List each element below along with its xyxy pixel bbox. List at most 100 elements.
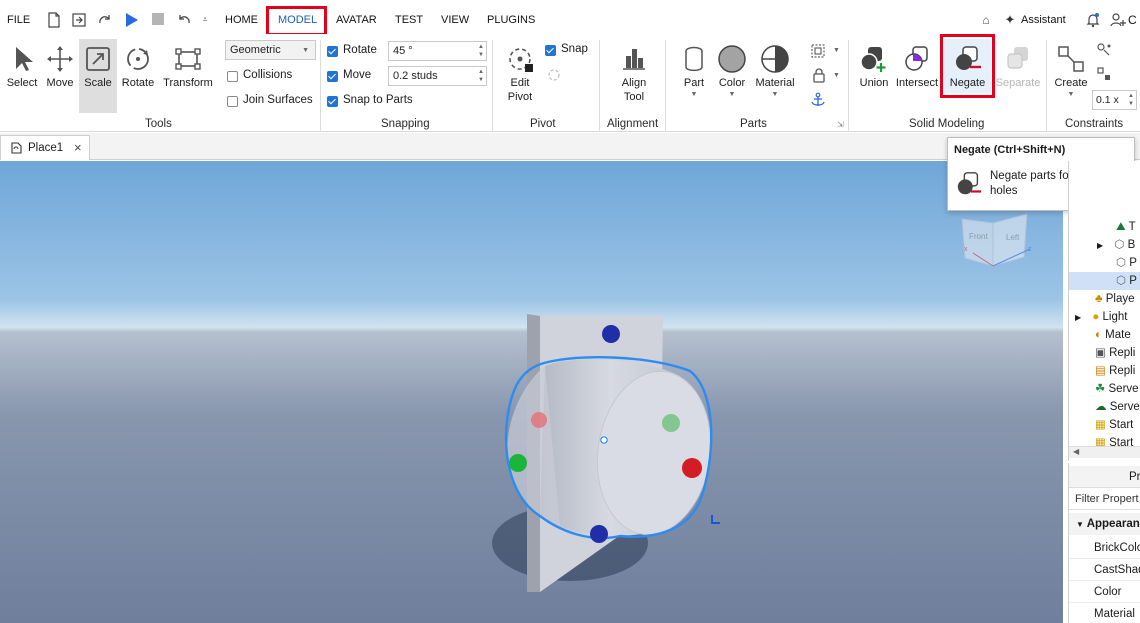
filter-properties-input[interactable]: Filter Propert [1069,488,1140,510]
tab-avatar[interactable]: AVATAR [336,6,377,34]
tree-item-selected[interactable]: ⬡ P [1069,272,1140,290]
scale-handle-left-red[interactable] [531,412,547,428]
rotate-tool-button[interactable]: Rotate [119,44,157,90]
snap-to-parts-checkbox[interactable] [327,96,338,107]
assistant-sparkle-icon[interactable]: ✦ [1002,12,1018,28]
tools-group-label: Tools [145,118,172,130]
select-label: Select [6,77,38,89]
appearance-section[interactable]: ▼ Appearan [1069,513,1140,535]
tree-item[interactable]: ◐ Mate [1069,326,1140,344]
move-tool-button[interactable]: Move [42,44,78,90]
tab-plugins[interactable]: PLUGINS [487,6,535,34]
collapse-ribbon-icon[interactable]: ⌂ [978,12,994,28]
horizontal-scrollbar[interactable]: ◀ [1069,446,1140,458]
chevron-down-icon[interactable]: ▼ [833,72,840,79]
tree-item[interactable]: ⛰ T [1069,218,1140,236]
move-snap-checkbox[interactable] [327,71,338,82]
create-constraint-button[interactable]: Create ▼ [1051,44,1091,98]
chevron-down-icon: ▼ [302,47,309,54]
lock-icon[interactable] [811,67,827,83]
tree-item[interactable]: ▶ ⬡ B [1069,236,1140,254]
rotate-snap-input[interactable]: 45 ° ▲ ▼ [388,41,487,61]
players-icon: ♣ [1095,293,1103,305]
union-button[interactable]: Union [855,44,893,90]
move-snap-input[interactable]: 0.2 studs ▲ ▼ [388,66,487,86]
undo-icon[interactable] [176,12,192,28]
collaborate-icon[interactable] [1110,12,1126,28]
part-label: Part [683,77,705,89]
tab-place1[interactable]: Place1 × [0,135,90,160]
spinner-arrows-icon[interactable]: ▲ ▼ [478,43,484,59]
scale-handle-right-red[interactable] [682,458,702,478]
scale-handle-top[interactable] [602,325,620,343]
view-cube[interactable]: Front Left x z [961,213,1032,267]
scale-handle-green-back[interactable] [662,414,680,432]
anchor-icon[interactable] [810,92,826,108]
tree-item[interactable]: ▦ Start [1069,416,1140,434]
tree-item[interactable]: ▶ ● Light [1069,308,1140,326]
notification-bell-icon[interactable] [1085,12,1101,28]
intersect-button[interactable]: Intersect [895,44,939,90]
collisions-checkbox[interactable] [227,71,238,82]
tree-item[interactable]: ☘ Serve [1069,380,1140,398]
tree-item[interactable]: ☁ Serve [1069,398,1140,416]
spinner-arrows-icon[interactable]: ▲ ▼ [478,68,484,84]
pivot-reset-icon[interactable] [547,68,561,82]
chevron-down-icon[interactable]: ▼ [833,47,840,54]
property-row[interactable]: BrickColo [1069,537,1140,559]
transform-tool-button[interactable]: Transform [159,44,217,90]
collaborate-label[interactable]: C [1128,6,1137,34]
tab-home[interactable]: HOME [225,6,258,34]
quick-access-dropdown-icon[interactable]: ⩡ [197,12,213,28]
stop-icon[interactable] [150,12,166,28]
chevron-down-icon: ▼ [690,91,698,98]
scale-tool-button[interactable]: Scale [79,39,117,113]
tree-item[interactable]: ⬡ P [1069,254,1140,272]
property-row[interactable]: Material [1069,603,1140,623]
scale-handle-green-front[interactable] [509,454,527,472]
move-label: Move [46,77,74,89]
close-icon[interactable]: × [74,140,82,155]
constraint-scale-input[interactable]: 0.1 x ▲ ▼ [1092,90,1137,110]
tab-view[interactable]: VIEW [441,6,469,34]
welds-icon[interactable] [1096,66,1112,82]
group-icon[interactable] [810,43,828,59]
parts-expand-icon[interactable]: ⇲ [837,120,844,129]
constraint-details-icon[interactable] [1096,42,1112,58]
transform-mode-select[interactable]: Geometric ▼ [225,40,316,60]
create-label: Create [1054,77,1088,89]
import-icon[interactable] [71,12,87,28]
join-surfaces-checkbox[interactable] [227,96,238,107]
edit-pivot-button[interactable]: Edit Pivot [500,44,540,104]
scroll-left-icon: ◀ [1073,447,1080,456]
tree-item[interactable]: ▤ Repli [1069,362,1140,380]
property-row[interactable]: Color [1069,581,1140,603]
pivot-group-label: Pivot [530,118,556,130]
color-label: Color [718,77,746,89]
tree-item-label: Serve [1109,401,1140,413]
play-icon[interactable] [123,12,139,28]
menu-file[interactable]: FILE [7,6,30,34]
tree-item[interactable]: ▣ Repli [1069,344,1140,362]
tab-place1-label: Place1 [28,142,64,154]
new-file-icon[interactable] [46,12,62,28]
select-tool-button[interactable]: Select [3,44,41,90]
scale-handle-bottom[interactable] [590,525,608,543]
constraints-group-label: Constraints [1065,118,1124,130]
spinner-arrows-icon[interactable]: ▲ ▼ [1128,92,1134,108]
assistant-button[interactable]: Assistant [1021,6,1066,34]
material-service-icon: ◐ [1095,329,1102,341]
property-row[interactable]: CastShad [1069,559,1140,581]
3d-viewport[interactable]: Front Left x z [0,161,1063,623]
pivot-snap-checkbox[interactable] [545,45,556,56]
model-tab-highlight [266,6,327,36]
rotate-snap-checkbox[interactable] [327,46,338,57]
separate-button[interactable]: Separate [995,44,1041,90]
part-button[interactable]: Part ▼ [677,44,711,98]
redo-icon[interactable] [97,12,113,28]
tree-item[interactable]: ♣ Playe [1069,290,1140,308]
color-button[interactable]: Color ▼ [714,44,750,98]
material-button[interactable]: Material ▼ [752,44,798,98]
align-tool-button[interactable]: Align Tool [612,44,656,104]
tab-test[interactable]: TEST [395,6,423,34]
